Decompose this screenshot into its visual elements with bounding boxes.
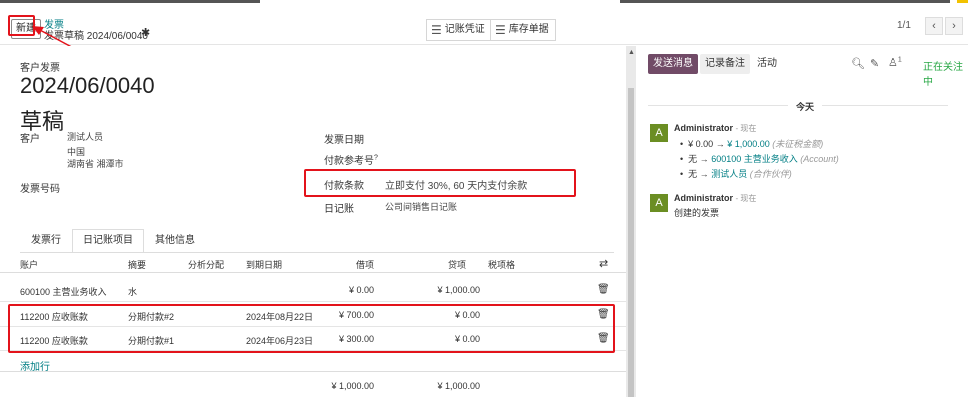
message-author[interactable]: Administrator bbox=[674, 193, 733, 203]
paperclip-icon[interactable]: ✎ bbox=[870, 57, 879, 70]
column-account[interactable]: 账户 bbox=[20, 258, 38, 271]
column-due-date[interactable]: 到期日期 bbox=[246, 258, 282, 271]
send-message-button[interactable]: 发送消息 bbox=[648, 54, 698, 74]
invoice-kind: 客户发票 bbox=[20, 63, 60, 74]
customer-region: 湖南省 湘潭市 bbox=[67, 159, 124, 169]
change-field: (未征税金额) bbox=[772, 139, 824, 149]
tab-invoice-lines[interactable]: 发票行 bbox=[20, 229, 72, 252]
following-status[interactable]: 正在关注中 bbox=[923, 58, 968, 88]
change-new: 600100 主营业务收入 bbox=[711, 154, 798, 164]
tracking-change: • 无 → 测试人员 (合作伙伴) bbox=[680, 169, 792, 179]
tab-journal-items[interactable]: 日记账项目 bbox=[72, 229, 144, 252]
row-credit: ¥ 1,000.00 bbox=[437, 285, 480, 295]
change-new: 测试人员 bbox=[711, 169, 748, 179]
control-panel: 新建 发票 发票草稿 2024/06/0040 ✱ ☰ 记账凭证 ☰ 库存单据 … bbox=[0, 5, 968, 45]
column-settings-icon[interactable]: ⇄ bbox=[599, 257, 608, 270]
invoice-number: 2024/06/0040 bbox=[20, 73, 155, 98]
change-old: 无 bbox=[688, 154, 698, 164]
payment-ref-label-text: 付款参考号 bbox=[324, 156, 374, 167]
row-debit: ¥ 0.00 bbox=[348, 285, 374, 295]
avatar[interactable]: A bbox=[650, 194, 668, 212]
smart-button-journal-entry[interactable]: ☰ 记账凭证 bbox=[426, 19, 492, 41]
table-header: 账户 摘要 分析分配 到期日期 借项 贷项 税项格 ⇄ bbox=[0, 253, 626, 273]
pager-previous-button[interactable]: ‹ bbox=[925, 17, 943, 35]
annotation-box-installment-rows bbox=[8, 304, 615, 353]
list-icon: ☰ bbox=[495, 23, 506, 37]
message-time: - 现在 bbox=[735, 194, 757, 203]
message-header: Administrator - 现在 bbox=[674, 193, 756, 204]
total-debit: ¥ 1,000.00 bbox=[331, 381, 374, 391]
followers-icon[interactable]: ♙1 bbox=[888, 56, 902, 69]
notebook-tabs: 发票行 日记账项目 其他信息 bbox=[20, 229, 206, 252]
message-author[interactable]: Administrator bbox=[674, 123, 733, 133]
column-label[interactable]: 摘要 bbox=[128, 258, 146, 271]
scrollbar[interactable] bbox=[628, 88, 634, 397]
cropped-avatar bbox=[957, 0, 968, 3]
column-tax-grid[interactable]: 税项格 bbox=[488, 258, 515, 271]
change-old: ¥ 0.00 bbox=[688, 139, 714, 149]
tracking-change: • ¥ 0.00 → ¥ 1,000.00 (未征税金额) bbox=[680, 139, 824, 149]
payment-ref-label: 付款参考号? bbox=[324, 152, 378, 167]
message-header: Administrator - 现在 bbox=[674, 123, 756, 134]
change-new: ¥ 1,000.00 bbox=[727, 139, 770, 149]
scroll-up-icon[interactable]: ▲ bbox=[628, 49, 635, 56]
total-credit: ¥ 1,000.00 bbox=[437, 381, 480, 391]
date-separator: 今天 bbox=[788, 100, 823, 113]
journal-value[interactable]: 公司间销售日记账 bbox=[385, 200, 457, 213]
cropped-menu-text-right bbox=[620, 0, 950, 3]
column-debit[interactable]: 借项 bbox=[330, 258, 374, 271]
row-label: 水 bbox=[128, 287, 138, 297]
invoice-ref-label: 发票号码 bbox=[20, 184, 60, 195]
avatar[interactable]: A bbox=[650, 124, 668, 142]
pager-next-button[interactable]: › bbox=[945, 17, 963, 35]
journal-label: 日记账 bbox=[324, 204, 354, 215]
change-field: (合作伙伴) bbox=[749, 169, 792, 179]
column-analytic[interactable]: 分析分配 bbox=[188, 258, 224, 271]
smart-button-stock-pickings[interactable]: ☰ 库存单据 bbox=[490, 19, 556, 41]
tracking-change: • 无 → 600100 主营业务收入 (Account) bbox=[680, 154, 839, 164]
message-time: - 现在 bbox=[735, 124, 757, 133]
smart-button-label: 库存单据 bbox=[508, 24, 549, 35]
customer-name[interactable]: 测试人员 bbox=[67, 130, 103, 143]
trash-icon[interactable]: 🗑 bbox=[597, 284, 610, 295]
followers-count: 1 bbox=[897, 56, 902, 64]
log-note-button[interactable]: 记录备注 bbox=[700, 54, 750, 74]
table-row[interactable]: 600100 主营业务收入 水 ¥ 0.00 ¥ 1,000.00 🗑 bbox=[0, 278, 626, 302]
pager-value[interactable]: 1/1 bbox=[897, 20, 911, 31]
totals-divider bbox=[0, 371, 626, 372]
annotation-box-payment-terms bbox=[304, 169, 576, 197]
gear-icon[interactable]: ✱ bbox=[141, 26, 150, 39]
customer-label: 客户 bbox=[20, 134, 40, 145]
smart-button-label: 记账凭证 bbox=[444, 24, 485, 35]
search-icon[interactable]: 🔍︎ bbox=[851, 57, 865, 70]
tab-other-info[interactable]: 其他信息 bbox=[144, 229, 206, 252]
activity-button[interactable]: 活动 bbox=[752, 54, 782, 74]
list-icon: ☰ bbox=[431, 23, 442, 37]
chatter-panel: 发送消息 记录备注 活动 🔍︎ ✎ ♙1 正在关注中 今天 A Administ… bbox=[636, 46, 968, 397]
invoice-date-label: 发票日期 bbox=[324, 135, 364, 146]
change-old: 无 bbox=[688, 169, 698, 179]
annotation-box-new bbox=[8, 15, 35, 36]
column-credit[interactable]: 贷项 bbox=[422, 258, 466, 271]
help-icon[interactable]: ? bbox=[374, 155, 378, 162]
row-account: 600100 主营业务收入 bbox=[20, 287, 107, 297]
message-body: 创建的发票 bbox=[674, 208, 720, 218]
change-field: (Account) bbox=[800, 154, 839, 164]
